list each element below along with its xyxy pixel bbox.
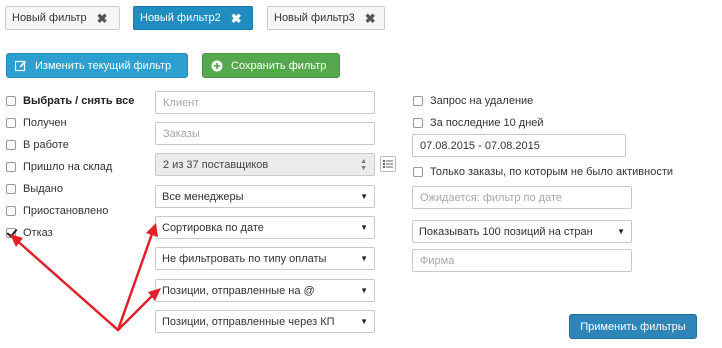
- annotation-arrow-line: [116, 229, 155, 332]
- annotation-arrow-line: [12, 236, 120, 332]
- annotation-arrows: [10, 223, 161, 332]
- annotation-arrowhead: [146, 223, 158, 237]
